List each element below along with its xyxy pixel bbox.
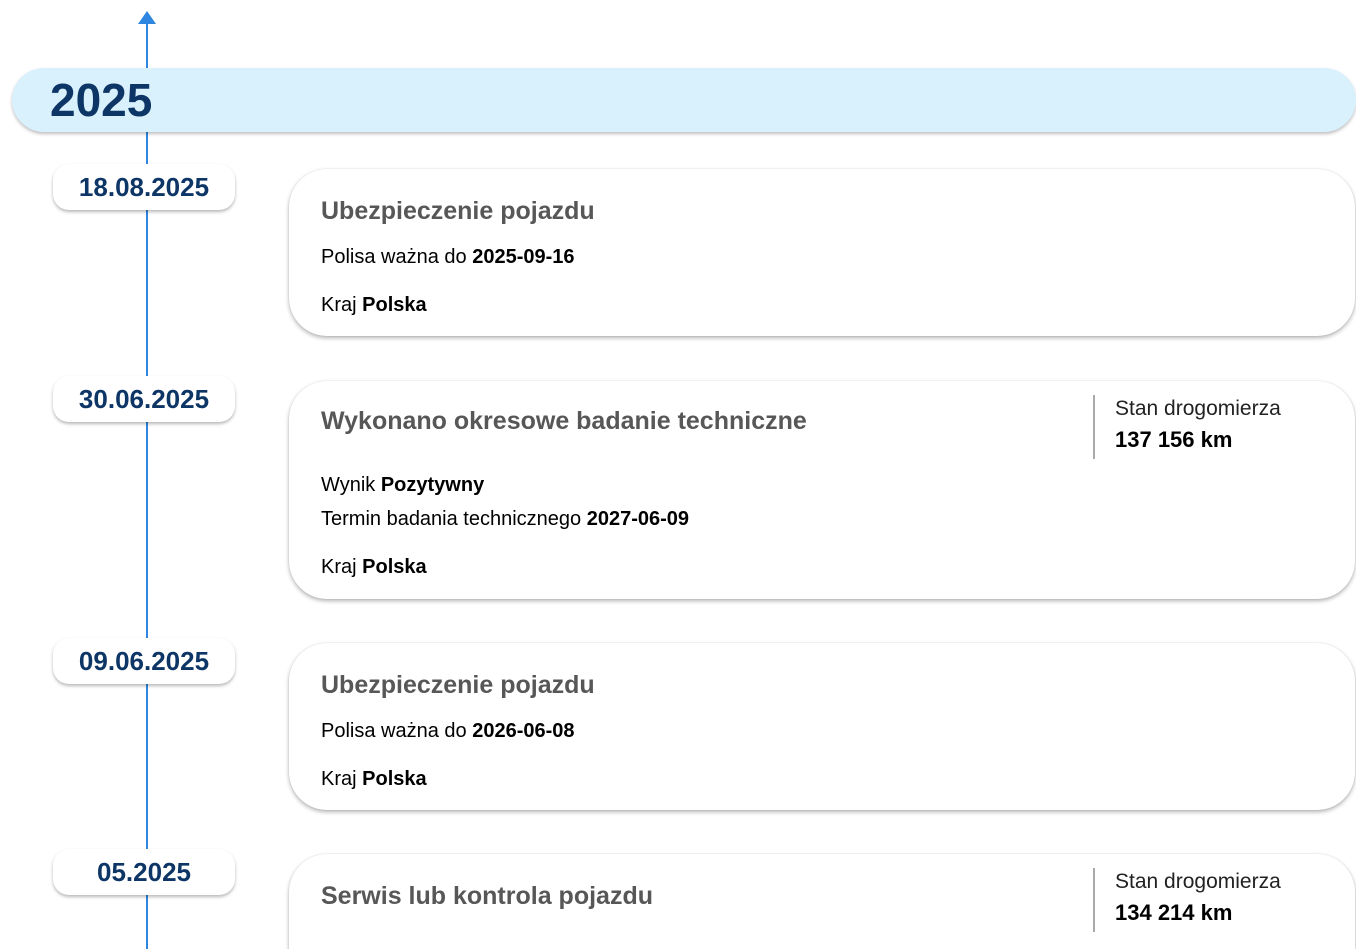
event-detail-policy: Polisa ważna do 2025-09-16: [321, 246, 575, 269]
timeline-axis: [146, 22, 148, 949]
event-detail-country: Kraj Polska: [321, 556, 427, 579]
event-detail-next-inspection: Termin badania technicznego 2027-06-09: [321, 508, 689, 531]
event-card-insurance[interactable]: Ubezpieczenie pojazdu Polisa ważna do 20…: [289, 643, 1355, 810]
event-card-service[interactable]: Serwis lub kontrola pojazdu Stan drogomi…: [289, 854, 1355, 949]
detail-label: Termin badania technicznego: [321, 508, 582, 530]
odometer-value: 137 156 km: [1115, 427, 1233, 452]
detail-value: Polska: [362, 768, 427, 790]
event-title: Ubezpieczenie pojazdu: [321, 197, 595, 225]
detail-value: Pozytywny: [380, 474, 485, 496]
event-detail-country: Kraj Polska: [321, 768, 427, 791]
event-detail-country: Kraj Polska: [321, 294, 427, 317]
detail-value: Polska: [362, 294, 427, 316]
detail-label: Wynik: [321, 474, 376, 496]
event-title: Serwis lub kontrola pojazdu: [321, 882, 653, 910]
event-title: Ubezpieczenie pojazdu: [321, 671, 595, 699]
event-title: Wykonano okresowe badanie techniczne: [321, 407, 807, 435]
event-card-inspection[interactable]: Wykonano okresowe badanie techniczne Sta…: [289, 381, 1355, 599]
event-card-insurance[interactable]: Ubezpieczenie pojazdu Polisa ważna do 20…: [289, 169, 1355, 336]
date-badge: 09.06.2025: [53, 638, 235, 684]
odometer-reading: Stan drogomierza 137 156 km: [1093, 395, 1354, 459]
odometer-reading: Stan drogomierza 134 214 km: [1093, 868, 1354, 932]
year-header: 2025: [12, 68, 1356, 132]
date-badge: 18.08.2025: [53, 164, 235, 210]
detail-value: 2026-06-08: [472, 720, 575, 742]
year-label: 2025: [50, 74, 153, 126]
detail-label: Kraj: [321, 294, 357, 316]
detail-label: Kraj: [321, 556, 357, 578]
odometer-label: Stan drogomierza: [1115, 397, 1281, 420]
detail-label: Kraj: [321, 768, 357, 790]
odometer-value: 134 214 km: [1115, 900, 1233, 925]
detail-value: 2025-09-16: [472, 246, 575, 268]
detail-label: Polisa ważna do: [321, 246, 467, 268]
detail-value: 2027-06-09: [586, 508, 690, 530]
odometer-label: Stan drogomierza: [1115, 870, 1281, 893]
date-badge: 05.2025: [53, 849, 235, 895]
timeline-page: 2025 18.08.2025 Ubezpieczenie pojazdu Po…: [0, 0, 1356, 949]
date-badge: 30.06.2025: [53, 376, 235, 422]
event-detail-policy: Polisa ważna do 2026-06-08: [321, 720, 575, 743]
event-detail-result: Wynik Pozytywny: [321, 474, 484, 497]
detail-label: Polisa ważna do: [321, 720, 467, 742]
detail-value: Polska: [362, 556, 427, 578]
arrow-up-icon: [138, 11, 156, 24]
